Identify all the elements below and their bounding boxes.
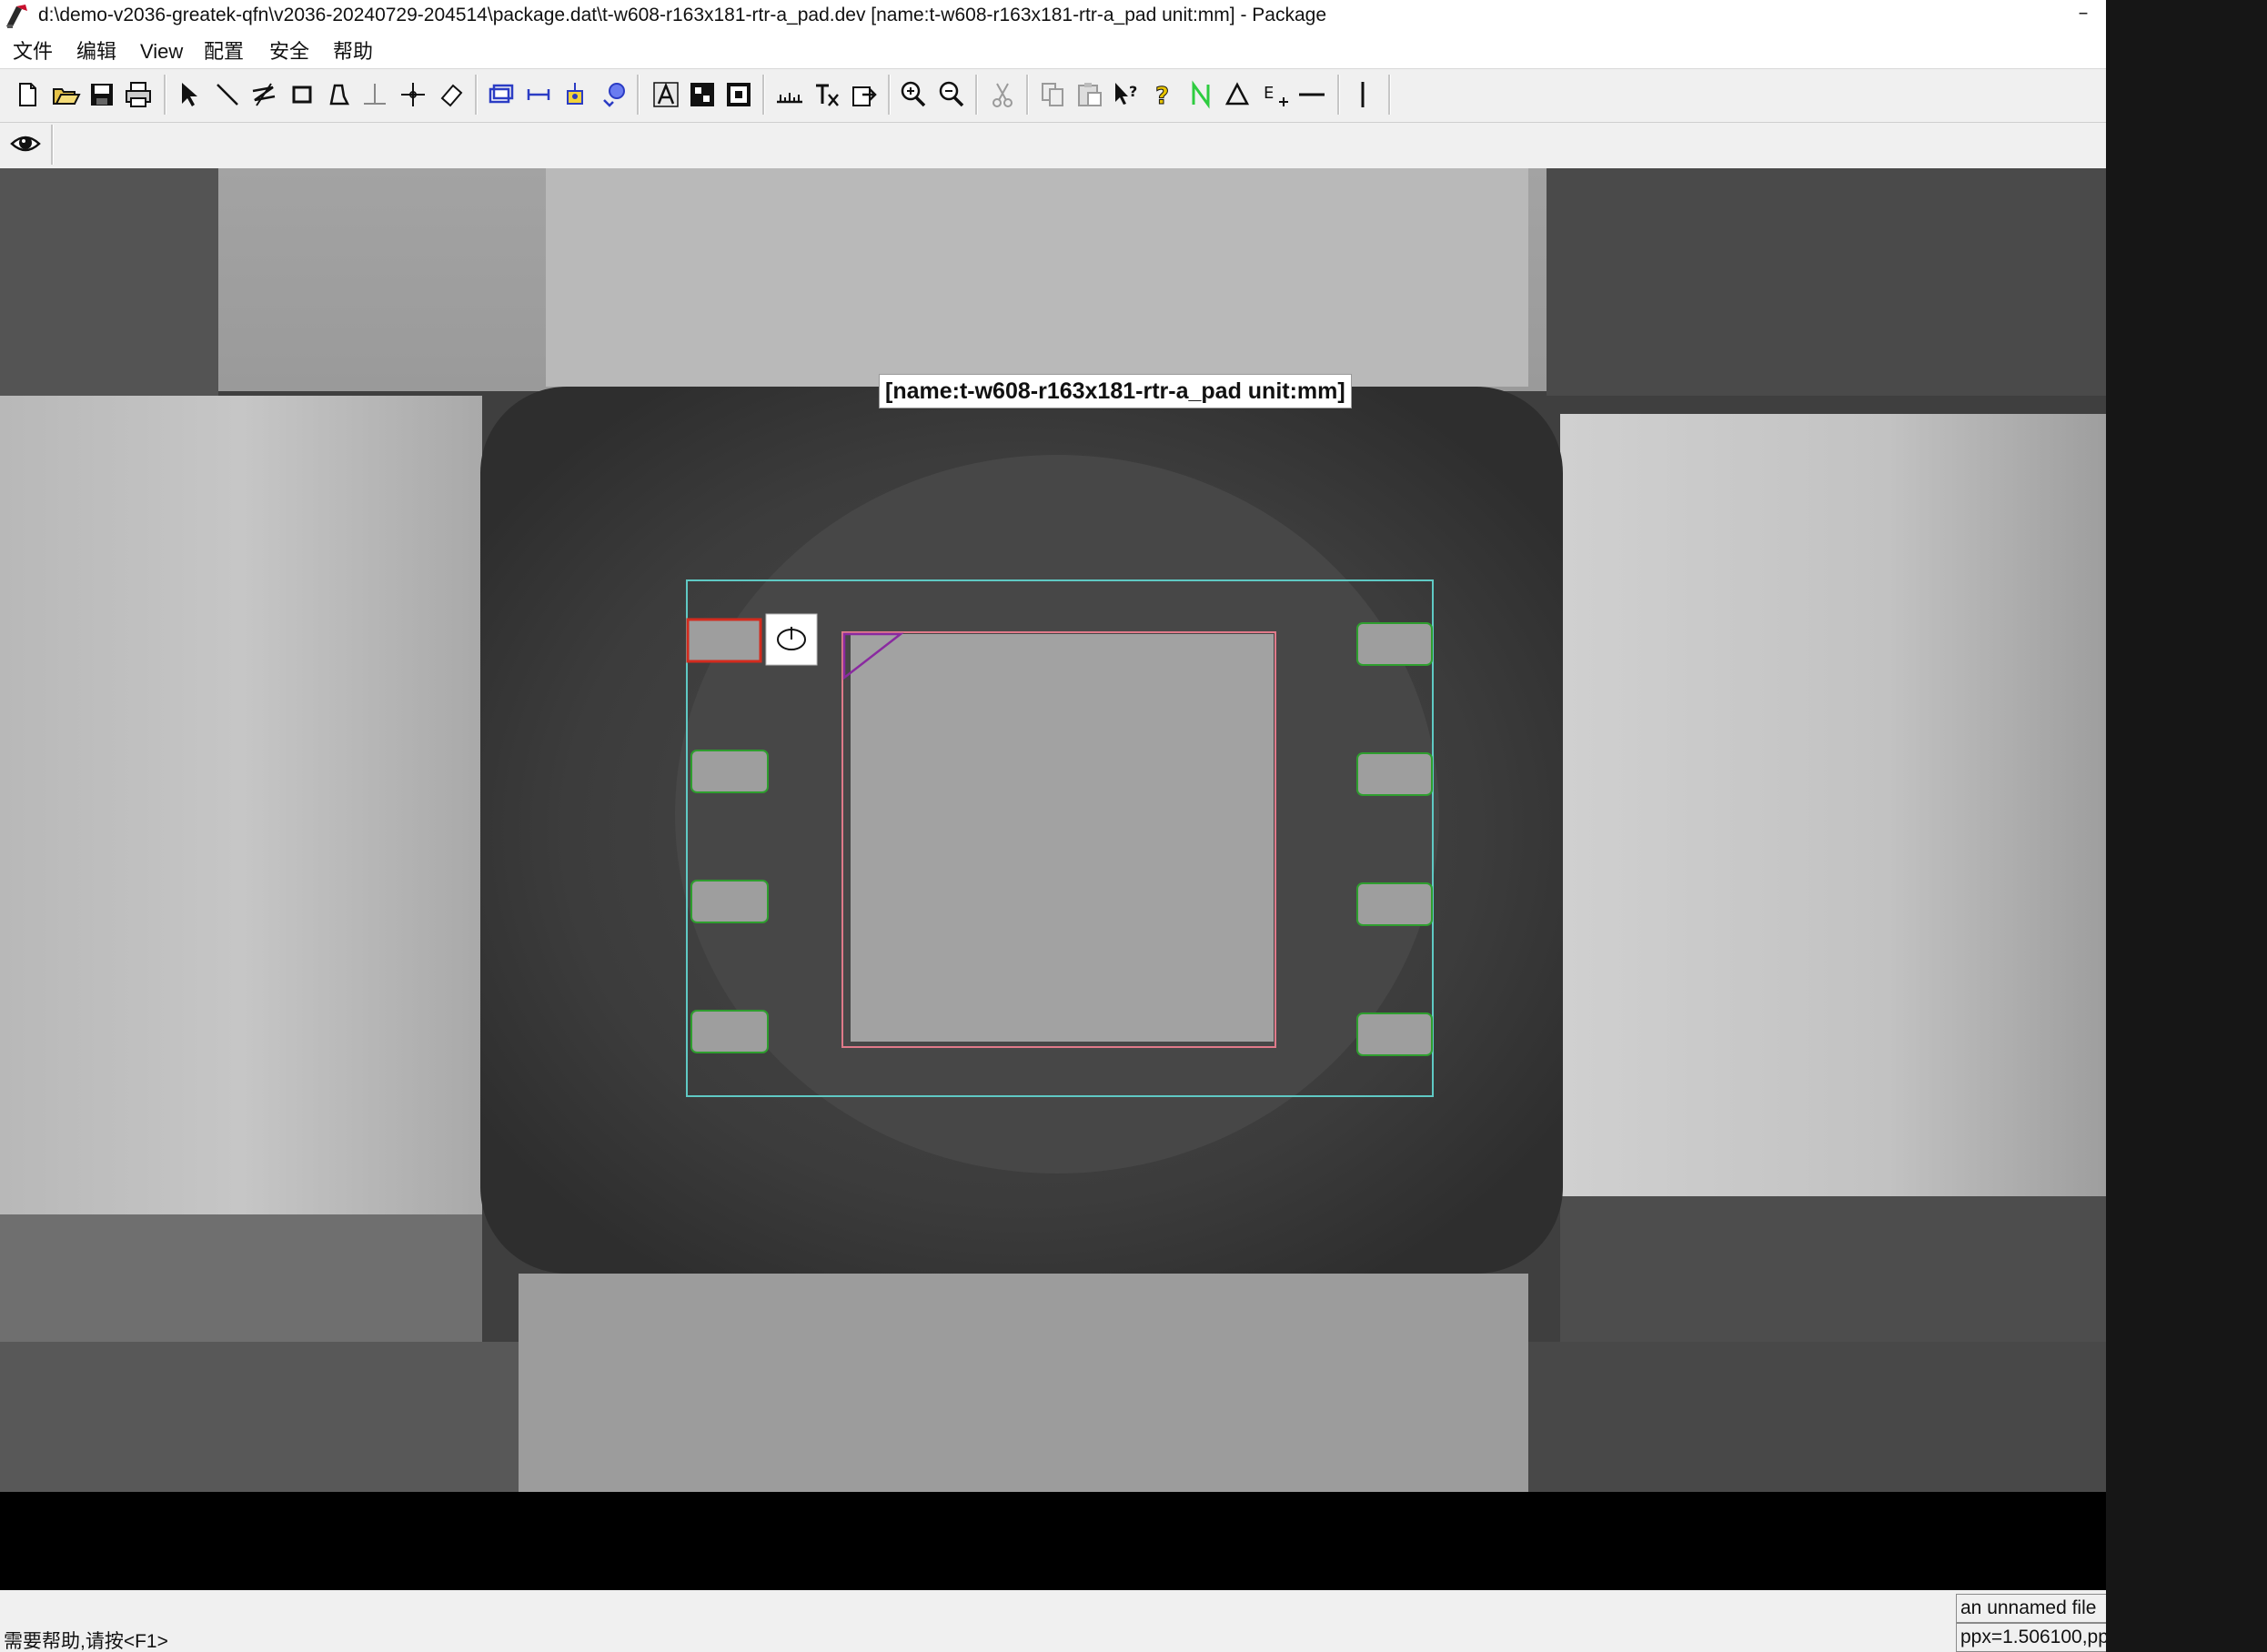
draw-polyline-icon[interactable] (247, 78, 280, 111)
copy-icon[interactable] (1037, 78, 1070, 111)
menu-bar: 文件 编辑 View 配置 安全 帮助 (0, 36, 2106, 69)
toolbar-separator (762, 75, 765, 115)
zoom-out-icon[interactable] (935, 78, 968, 111)
text-a-icon[interactable] (650, 78, 682, 111)
app-icon (4, 3, 31, 30)
svg-text:E: E (1264, 84, 1274, 103)
status-file-pane: an unnamed file (1956, 1594, 2106, 1623)
toolbar-separator (1026, 75, 1029, 115)
text-tx-icon[interactable] (811, 78, 844, 111)
paste-icon[interactable] (1073, 78, 1106, 111)
toolbar-separator (1337, 75, 1340, 115)
perpendicular-icon[interactable] (358, 78, 391, 111)
cut-icon[interactable] (986, 78, 1019, 111)
component-icon[interactable] (484, 78, 517, 111)
menu-security[interactable]: 安全 (269, 38, 309, 65)
output-strip (0, 1492, 2106, 1590)
new-file-icon[interactable] (11, 78, 44, 111)
export-icon[interactable] (848, 78, 881, 111)
print-icon[interactable] (122, 78, 155, 111)
zoom-in-icon[interactable] (897, 78, 930, 111)
toolbar-separator (1388, 75, 1391, 115)
toolbar-separator (637, 75, 640, 115)
main-toolbar: ? ? E (0, 69, 2106, 123)
toolbar-separator (51, 125, 54, 165)
minimize-button[interactable]: – (2065, 0, 2101, 33)
eye-view-icon[interactable] (9, 127, 42, 160)
draw-arc-icon[interactable] (322, 78, 355, 111)
ruler-icon[interactable] (773, 78, 806, 111)
menu-file[interactable]: 文件 (13, 38, 53, 65)
window-title: d:\demo-v2036-greatek-qfn\v2036-20240729… (38, 5, 1327, 25)
device-name-label: [name:t-w608-r163x181-rtr-a_pad unit:mm] (879, 374, 1352, 408)
grid-target-icon[interactable] (722, 78, 755, 111)
n-icon[interactable] (1184, 78, 1217, 111)
svg-text:?: ? (1155, 83, 1169, 110)
vertical-line-icon[interactable] (1346, 78, 1379, 111)
package-app-window: d:\demo-v2036-greatek-qfn\v2036-20240729… (0, 0, 2106, 1652)
toolbar-separator (164, 75, 166, 115)
open-folder-icon[interactable] (49, 78, 82, 111)
grid-pattern-icon[interactable] (686, 78, 719, 111)
crosshair-icon[interactable] (397, 78, 429, 111)
blue-tool-icon[interactable] (597, 78, 630, 111)
toolbar-separator (975, 75, 978, 115)
horizontal-line-icon[interactable] (1295, 78, 1328, 111)
status-help-text: 需要帮助,请按<F1> (4, 1631, 168, 1652)
toolbar-separator (888, 75, 891, 115)
toolbar-separator (475, 75, 478, 115)
select-pointer-icon[interactable] (173, 78, 206, 111)
help-cursor-icon[interactable]: ? (1110, 78, 1143, 111)
draw-rectangle-icon[interactable] (286, 78, 318, 111)
svg-text:?: ? (1129, 83, 1137, 100)
status-bar: 需要帮助,请按<F1> an unnamed file ppx=1.506100… (0, 1590, 2106, 1652)
triangle-icon[interactable] (1221, 78, 1254, 111)
draw-line-icon[interactable] (211, 78, 244, 111)
bulb-tool-icon[interactable] (559, 78, 591, 111)
measure-distance-icon[interactable] (522, 78, 555, 111)
menu-view[interactable]: View (140, 38, 183, 65)
package-inspection-image (0, 168, 2106, 1492)
menu-config[interactable]: 配置 (204, 38, 244, 65)
save-icon[interactable] (86, 78, 118, 111)
status-coords-pane: ppx=1.506100,ppy (1956, 1623, 2106, 1652)
menu-edit[interactable]: 编辑 (76, 38, 116, 65)
camera-viewport[interactable]: [name:t-w608-r163x181-rtr-a_pad unit:mm] (0, 168, 2106, 1492)
secondary-toolbar (0, 123, 2106, 166)
e-plus-icon[interactable]: E (1259, 78, 1292, 111)
eraser-icon[interactable] (435, 78, 468, 111)
title-bar: d:\demo-v2036-greatek-qfn\v2036-20240729… (0, 0, 2106, 36)
help-icon[interactable]: ? (1146, 78, 1179, 111)
menu-help[interactable]: 帮助 (333, 38, 373, 65)
